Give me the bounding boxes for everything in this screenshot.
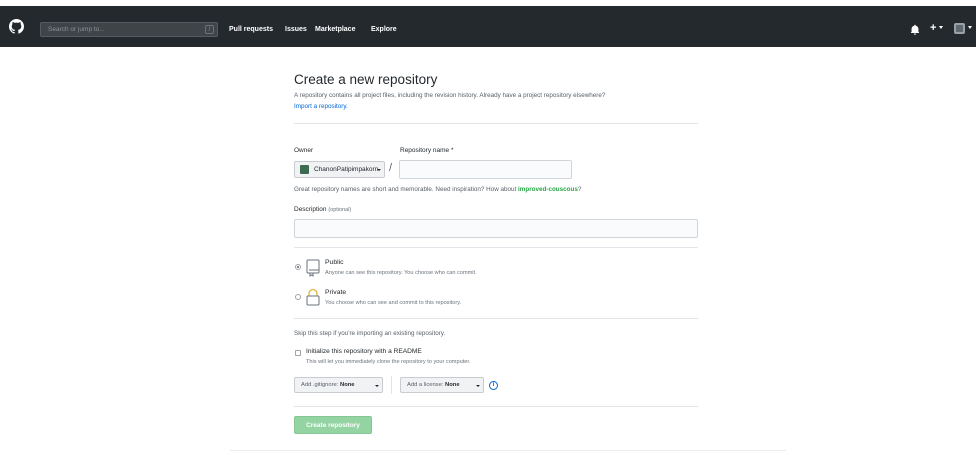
search-shortcut-key: / bbox=[205, 25, 214, 34]
chevron-down-icon bbox=[375, 385, 379, 387]
hint-suffix: ? bbox=[577, 186, 582, 193]
readme-checkbox[interactable] bbox=[295, 350, 301, 356]
private-radio[interactable] bbox=[295, 294, 301, 300]
avatar-caret-icon bbox=[968, 26, 972, 29]
hint-prefix: Great repository names are short and mem… bbox=[294, 186, 519, 193]
plus-caret-icon bbox=[939, 26, 943, 29]
gitignore-select-text: Add .gitignore: None bbox=[301, 382, 355, 388]
divider bbox=[294, 406, 698, 407]
owner-label: Owner bbox=[294, 147, 314, 154]
avatar[interactable] bbox=[954, 23, 965, 34]
divider bbox=[294, 247, 698, 248]
owner-name: ChanonPatipimpakorn bbox=[314, 166, 379, 173]
readme-desc: This will let you immediately clone the … bbox=[306, 359, 471, 365]
license-select-text: Add a license: None bbox=[407, 382, 460, 388]
license-value: None bbox=[445, 382, 460, 388]
private-title: Private bbox=[325, 289, 347, 296]
header-bar: Search or jump to... / Pull requests Iss… bbox=[0, 6, 976, 47]
gitignore-value: None bbox=[340, 382, 355, 388]
owner-avatar bbox=[300, 165, 309, 174]
gitignore-prefix: Add .gitignore: bbox=[301, 382, 339, 388]
footer-divider bbox=[230, 450, 786, 451]
public-desc: Anyone can see this repository. You choo… bbox=[325, 270, 477, 276]
create-repository-button[interactable]: Create repository bbox=[294, 416, 372, 434]
divider bbox=[294, 123, 698, 124]
page-subtitle: A repository contains all project files,… bbox=[294, 92, 606, 99]
nav-marketplace[interactable]: Marketplace bbox=[315, 26, 355, 33]
name-suggestion[interactable]: improved-couscous bbox=[518, 186, 578, 193]
public-title: Public bbox=[325, 259, 344, 266]
description-label-text: Description bbox=[294, 206, 327, 213]
nav-pull-requests[interactable]: Pull requests bbox=[229, 26, 273, 33]
readme-label[interactable]: Initialize this repository with a README bbox=[306, 348, 422, 355]
owner-repo-separator: / bbox=[389, 162, 393, 174]
import-repository-link[interactable]: Import a repository. bbox=[294, 103, 348, 110]
github-logo-icon[interactable] bbox=[9, 19, 24, 34]
repo-public-icon bbox=[306, 259, 320, 277]
public-radio[interactable] bbox=[295, 264, 301, 270]
owner-select[interactable]: ChanonPatipimpakorn bbox=[294, 161, 385, 178]
repo-name-label: Repository name * bbox=[400, 147, 454, 154]
search-input[interactable]: Search or jump to... / bbox=[40, 22, 218, 37]
chevron-down-icon bbox=[377, 169, 381, 171]
search-placeholder: Search or jump to... bbox=[48, 26, 105, 33]
repo-name-input[interactable] bbox=[399, 160, 572, 179]
plus-icon[interactable]: + bbox=[930, 22, 936, 34]
license-prefix: Add a license: bbox=[407, 382, 444, 388]
create-repository-label: Create repository bbox=[306, 422, 360, 429]
info-icon[interactable]: i bbox=[489, 381, 498, 390]
license-select[interactable]: Add a license: None bbox=[400, 377, 484, 393]
optional-tag: (optional) bbox=[328, 207, 352, 213]
divider bbox=[294, 318, 698, 319]
nav-explore[interactable]: Explore bbox=[371, 26, 397, 33]
private-desc: You choose who can see and commit to thi… bbox=[325, 300, 462, 306]
description-label: Description (optional) bbox=[294, 206, 351, 213]
skip-text: Skip this step if you're importing an ex… bbox=[294, 330, 446, 337]
description-input[interactable] bbox=[294, 219, 698, 238]
lock-icon bbox=[306, 288, 320, 306]
button-divider bbox=[391, 376, 392, 394]
nav-issues[interactable]: Issues bbox=[285, 26, 307, 33]
bell-icon[interactable] bbox=[910, 24, 920, 35]
name-hint: Great repository names are short and mem… bbox=[294, 186, 581, 193]
page-title: Create a new repository bbox=[294, 72, 438, 87]
gitignore-select[interactable]: Add .gitignore: None bbox=[294, 377, 383, 393]
chevron-down-icon bbox=[476, 385, 480, 387]
